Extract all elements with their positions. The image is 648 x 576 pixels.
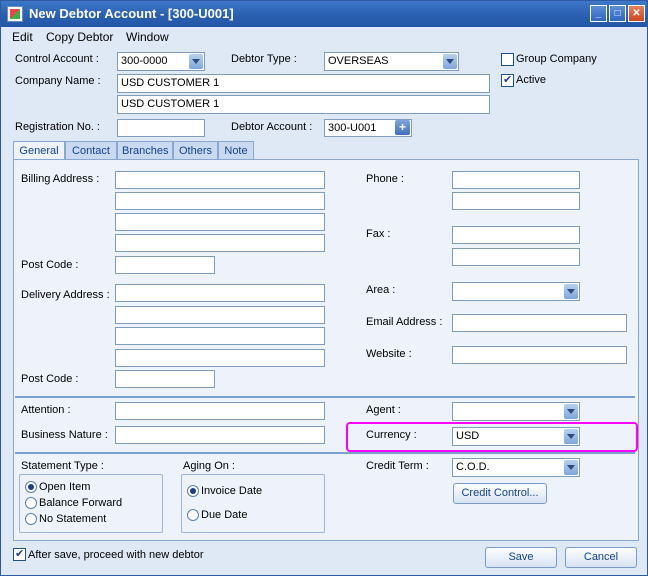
fax-2-input[interactable] (452, 248, 580, 266)
phone-1-input[interactable] (452, 171, 580, 189)
area-dropdown[interactable] (452, 282, 580, 301)
invoice-date-label: Invoice Date (201, 485, 263, 497)
email-input[interactable] (452, 314, 627, 332)
control-account-dropdown[interactable]: 300-0000 (117, 52, 205, 71)
attention-label: Attention : (21, 404, 71, 416)
menu-bar: Edit Copy Debtor Window (1, 27, 647, 47)
delivery-address-1[interactable] (115, 284, 325, 302)
company-name-label: Company Name : (15, 75, 101, 87)
tab-note[interactable]: Note (218, 141, 254, 160)
debtor-type-value: OVERSEAS (328, 55, 389, 67)
menu-edit[interactable]: Edit (12, 30, 33, 44)
agent-label: Agent : (366, 404, 401, 416)
debtor-account-label: Debtor Account : (231, 121, 313, 133)
business-nature-label: Business Nature : (21, 429, 108, 441)
delivery-address-3[interactable] (115, 327, 325, 345)
aging-on-group (181, 474, 325, 533)
open-item-radio[interactable] (25, 481, 37, 493)
title-bar[interactable]: New Debtor Account - [300-U001] _ □ ✕ (1, 1, 647, 27)
debtor-window: New Debtor Account - [300-U001] _ □ ✕ Ed… (0, 0, 648, 576)
chevron-down-icon[interactable] (564, 429, 578, 444)
menu-copy-debtor[interactable]: Copy Debtor (46, 30, 113, 44)
invoice-date-radio[interactable] (187, 485, 199, 497)
billing-address-2[interactable] (115, 192, 325, 210)
no-statement-radio[interactable] (25, 513, 37, 525)
credit-term-value: C.O.D. (456, 461, 490, 473)
phone-2-input[interactable] (452, 192, 580, 210)
attention-input[interactable] (115, 402, 325, 420)
tab-general[interactable]: General (13, 141, 65, 161)
separator (15, 452, 635, 454)
debtor-account-value: 300-U001 (328, 122, 377, 134)
chevron-down-icon[interactable] (443, 54, 457, 69)
area-label: Area : (366, 284, 396, 296)
group-company-checkbox[interactable] (501, 53, 514, 66)
menu-window[interactable]: Window (126, 30, 169, 44)
window-title: New Debtor Account - [300-U001] (29, 6, 234, 21)
fax-label: Fax : (366, 228, 391, 240)
save-button[interactable]: Save (485, 547, 557, 568)
currency-label: Currency : (366, 429, 417, 441)
app-icon (7, 6, 23, 22)
phone-label: Phone : (366, 173, 404, 185)
separator (15, 396, 635, 398)
balance-forward-radio[interactable] (25, 497, 37, 509)
group-company-label: Group Company (516, 53, 597, 65)
billing-address-4[interactable] (115, 234, 325, 252)
business-nature-input[interactable] (115, 426, 325, 444)
proceed-label: After save, proceed with new debtor (28, 549, 204, 561)
currency-dropdown[interactable]: USD (452, 427, 580, 446)
credit-term-dropdown[interactable]: C.O.D. (452, 458, 580, 477)
fax-1-input[interactable] (452, 226, 580, 244)
control-account-label: Control Account : (15, 53, 99, 65)
maximize-icon[interactable]: □ (609, 5, 626, 22)
active-checkbox[interactable] (501, 73, 514, 87)
post-code-input[interactable] (115, 256, 215, 274)
currency-value: USD (456, 430, 480, 442)
registration-label: Registration No. : (15, 121, 100, 133)
post-code-2-label: Post Code : (21, 373, 79, 385)
delivery-address-2[interactable] (115, 306, 325, 324)
tab-branches[interactable]: Branches (117, 141, 173, 160)
credit-term-label: Credit Term : (366, 460, 429, 472)
tab-others[interactable]: Others (173, 141, 218, 160)
agent-dropdown[interactable] (452, 402, 580, 421)
tab-contact[interactable]: Contact (65, 141, 117, 160)
chevron-down-icon[interactable] (189, 54, 203, 69)
minimize-icon[interactable]: _ (590, 5, 607, 22)
billing-address-1[interactable] (115, 171, 325, 189)
debtor-type-label: Debtor Type : (231, 53, 297, 65)
company-name-2-input[interactable]: USD CUSTOMER 1 (117, 95, 490, 114)
post-code-label: Post Code : (21, 259, 79, 271)
chevron-down-icon[interactable] (564, 460, 578, 475)
open-item-label: Open Item (39, 481, 91, 493)
debtor-type-dropdown[interactable]: OVERSEAS (324, 52, 459, 71)
registration-input[interactable] (117, 119, 205, 137)
post-code-2-input[interactable] (115, 370, 215, 388)
close-icon[interactable]: ✕ (628, 5, 645, 22)
no-statement-label: No Statement (39, 513, 107, 525)
due-date-label: Due Date (201, 509, 248, 521)
email-label: Email Address : (366, 316, 443, 328)
statement-type-label: Statement Type : (21, 460, 104, 472)
website-label: Website : (366, 348, 412, 360)
company-name-input[interactable]: USD CUSTOMER 1 (117, 74, 490, 93)
chevron-down-icon[interactable] (564, 284, 578, 299)
active-label: Active (516, 74, 546, 86)
cancel-button[interactable]: Cancel (565, 547, 637, 568)
delivery-address-label: Delivery Address : (21, 289, 110, 301)
website-input[interactable] (452, 346, 627, 364)
control-account-value: 300-0000 (121, 55, 168, 67)
balance-forward-label: Balance Forward (39, 497, 123, 509)
delivery-address-4[interactable] (115, 349, 325, 367)
proceed-checkbox[interactable] (13, 547, 26, 561)
credit-control-button[interactable]: Credit Control... (453, 483, 547, 504)
billing-address-3[interactable] (115, 213, 325, 231)
aging-on-label: Aging On : (183, 460, 235, 472)
add-icon[interactable]: + (395, 120, 410, 135)
chevron-down-icon[interactable] (564, 404, 578, 419)
billing-address-label: Billing Address : (21, 173, 100, 185)
due-date-radio[interactable] (187, 509, 199, 521)
